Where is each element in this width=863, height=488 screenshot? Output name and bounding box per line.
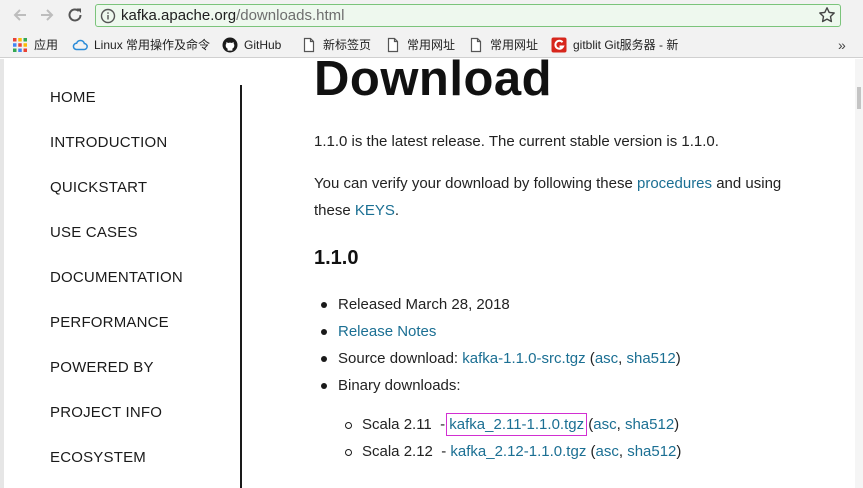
bookmark-label: 应用 (34, 38, 59, 52)
bookmark-linux[interactable]: Linux 常用操作及命令 (72, 35, 212, 54)
apps-grid-icon (12, 37, 28, 53)
address-bar[interactable]: kafka.apache.org/downloads.html (95, 4, 841, 27)
sidebar-divider (240, 85, 242, 488)
reload-button[interactable] (64, 4, 86, 26)
scrollbar-thumb[interactable] (857, 87, 861, 109)
sidebar-item-introduction[interactable]: INTRODUCTION (50, 134, 167, 151)
dash: - (431, 416, 450, 433)
page-title: Download (314, 59, 553, 106)
source-download-item: Source download: kafka-1.1.0-src.tgz (as… (338, 349, 681, 369)
window-edge (0, 59, 4, 488)
bookmark-common-sites-2[interactable]: 常用网址 (468, 35, 538, 54)
bullet-dot (321, 383, 327, 389)
sidebar-item-documentation[interactable]: DOCUMENTATION (50, 269, 183, 286)
bullet-ring (345, 422, 352, 429)
info-icon[interactable] (100, 8, 116, 24)
web-page: HOME INTRODUCTION QUICKSTART USE CASES D… (0, 59, 863, 488)
scrollbar[interactable] (855, 59, 863, 488)
bookmark-apps[interactable]: 应用 (12, 35, 58, 54)
sidebar-item-performance[interactable]: PERFORMANCE (50, 314, 169, 331)
latest-release-text: 1.1.0 is the latest release. The current… (314, 133, 719, 150)
sidebar-item-powered-by[interactable]: POWERED BY (50, 359, 154, 376)
source-tgz-link[interactable]: kafka-1.1.0-src.tgz (462, 350, 585, 367)
bookmark-gitblit[interactable]: gitblit Git服务器 - 新 (551, 35, 691, 54)
release-notes-link[interactable]: Release Notes (338, 323, 436, 340)
paren-close: ) (676, 443, 682, 460)
bullet-dot (321, 356, 327, 362)
dash: - (432, 443, 451, 460)
verify-suffix: . (394, 202, 400, 219)
release-notes-item: Release Notes (338, 322, 436, 342)
bookmark-common-sites-1[interactable]: 常用网址 (385, 35, 455, 54)
gitblit-icon (551, 37, 567, 53)
github-icon (222, 37, 238, 53)
sidebar-item-use-cases[interactable]: USE CASES (50, 224, 138, 241)
url-path: /downloads.html (236, 7, 345, 24)
comma: , (618, 350, 627, 367)
comma: , (616, 416, 625, 433)
verify-mid: and using (712, 175, 782, 192)
scala-212-tgz-link[interactable]: kafka_2.12-1.1.0.tgz (450, 443, 586, 460)
bookmark-label: 常用网址 (407, 38, 456, 52)
sidebar-item-ecosystem[interactable]: ECOSYSTEM (50, 449, 146, 466)
scala-211-label: Scala 2.11 (362, 416, 432, 433)
released-date: Released March 28, 2018 (338, 296, 510, 313)
source-download-label: Source download: (338, 350, 463, 367)
paren-open: ( (586, 443, 596, 460)
bullet-dot (321, 302, 327, 308)
verify-line2-prefix: these (314, 202, 355, 219)
cloud-icon (72, 37, 88, 53)
bookmark-star-icon[interactable] (818, 6, 836, 24)
paren-close: ) (674, 416, 680, 433)
scala-212-label: Scala 2.12 (362, 443, 433, 460)
bookmark-github[interactable]: GitHub (222, 35, 281, 54)
source-sha512-link[interactable]: sha512 (627, 350, 676, 367)
back-button[interactable] (9, 4, 31, 26)
bookmark-label: Linux 常用操作及命令 (94, 38, 211, 52)
url-host: kafka.apache.org (121, 7, 237, 24)
paren-close: ) (675, 350, 681, 367)
bookmark-new-tab[interactable]: 新标签页 (301, 35, 371, 54)
url-text[interactable]: kafka.apache.org/downloads.html (121, 7, 344, 24)
scala-212-item: Scala 2.12 - kafka_2.12-1.1.0.tgz (asc, … (362, 442, 681, 462)
page-icon (301, 37, 317, 53)
verify-text-line2: these KEYS. (314, 197, 399, 224)
scala-211-tgz-link[interactable]: kafka_2.11-1.1.0.tgz (446, 413, 588, 436)
browser-toolbar: kafka.apache.org/downloads.html (0, 0, 863, 31)
bookmark-label: 新标签页 (323, 38, 372, 52)
bookmark-label: gitblit Git服务器 - 新 (573, 38, 679, 52)
bookmark-label: GitHub (244, 37, 282, 52)
verify-text-line1: You can verify your download by followin… (314, 170, 781, 197)
scala-212-asc-link[interactable]: asc (596, 443, 619, 460)
bullet-dot (321, 329, 327, 335)
keys-link[interactable]: KEYS (355, 202, 395, 219)
binary-downloads-label: Binary downloads: (338, 377, 461, 394)
verify-prefix: You can verify your download by followin… (314, 175, 637, 192)
paren-open: ( (585, 350, 595, 367)
bookmarks-overflow-button[interactable]: » (838, 37, 846, 53)
comma: , (618, 443, 628, 460)
page-icon (468, 37, 484, 53)
sidebar-item-home[interactable]: HOME (50, 89, 96, 106)
version-heading: 1.1.0 (314, 247, 359, 269)
forward-button[interactable] (36, 4, 58, 26)
scala-211-sha512-link[interactable]: sha512 (625, 416, 674, 433)
arrow-right-icon (41, 9, 54, 21)
procedures-link[interactable]: procedures (637, 175, 712, 192)
page-icon (385, 37, 401, 53)
arrow-left-icon (13, 9, 26, 21)
bookmarks-bar: 应用 Linux 常用操作及命令 GitHub 新标签页 常用网址 常用网址 g… (0, 31, 863, 58)
reload-icon (68, 8, 82, 22)
bullet-ring (345, 449, 352, 456)
scala-211-asc-link[interactable]: asc (593, 416, 616, 433)
paren-open: ( (584, 416, 594, 433)
scala-211-item: Scala 2.11 - kafka_2.11-1.1.0.tgz (asc, … (362, 413, 680, 436)
bookmark-label: 常用网址 (490, 38, 539, 52)
sidebar-item-quickstart[interactable]: QUICKSTART (50, 179, 147, 196)
sidebar-item-project-info[interactable]: PROJECT INFO (50, 404, 162, 421)
scala-212-sha512-link[interactable]: sha512 (627, 443, 676, 460)
source-asc-link[interactable]: asc (595, 350, 618, 367)
